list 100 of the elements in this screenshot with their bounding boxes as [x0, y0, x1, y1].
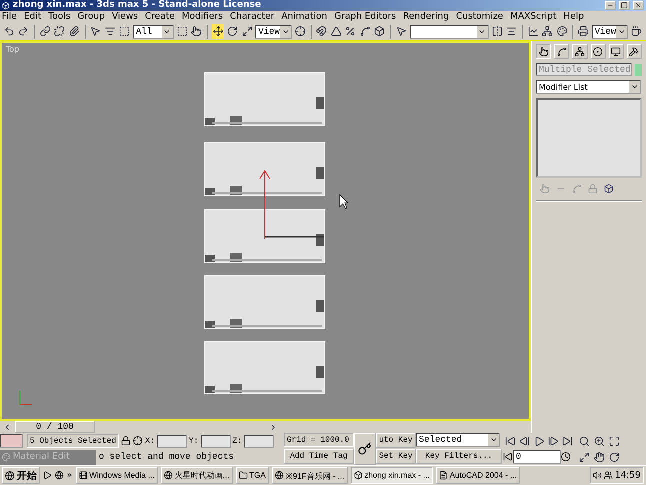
- curve-icon: [556, 46, 567, 56]
- pan-button[interactable]: [592, 450, 607, 464]
- region-select-icon: [119, 26, 130, 38]
- floor-plan-drawing[interactable]: [204, 72, 326, 126]
- spinner-snap-icon: [360, 26, 371, 38]
- key-icon: [358, 442, 372, 456]
- menu-item[interactable]: Animation: [282, 12, 328, 22]
- menu-item[interactable]: Help: [564, 12, 584, 22]
- start-button[interactable]: 开始: [2, 467, 40, 484]
- named-selection-dropdown[interactable]: [410, 24, 489, 39]
- menu-item[interactable]: Create: [145, 12, 176, 22]
- schematic-icon: [542, 26, 554, 38]
- zoom-extents-icon: [609, 436, 620, 446]
- circle-icon: [593, 46, 604, 56]
- cursor-icon: [340, 194, 349, 210]
- modifier-list-dropdown[interactable]: Modifier List: [536, 80, 641, 94]
- orbit-icon: [609, 452, 620, 462]
- set-key-button[interactable]: [354, 433, 376, 465]
- snap-button[interactable]: [315, 24, 328, 40]
- object-color-swatch[interactable]: [634, 64, 642, 76]
- select-by-name-icon: [104, 26, 116, 38]
- add-time-tag-button[interactable]: Add Time Tag: [284, 449, 354, 464]
- menu-item[interactable]: Graph Editors: [334, 12, 396, 22]
- modifier-stack-list[interactable]: [536, 98, 642, 178]
- window-icon: [78, 471, 88, 480]
- floor-plan-drawing[interactable]: [204, 210, 326, 264]
- frame-field[interactable]: 0: [513, 450, 561, 464]
- render-type-dropdown[interactable]: View: [592, 24, 628, 39]
- material-icon: [2, 452, 11, 462]
- y-field[interactable]: [200, 434, 231, 448]
- snap-icon: [316, 26, 328, 38]
- z-field[interactable]: [244, 434, 274, 448]
- x-field[interactable]: [157, 434, 188, 448]
- utilities-tab[interactable]: [626, 44, 642, 59]
- motion-tab[interactable]: [590, 44, 606, 59]
- taskbar-button[interactable]: zhong xin.max - ...: [350, 467, 433, 484]
- time-config-icon: [561, 452, 571, 462]
- auto-key-button[interactable]: uto Key: [376, 433, 416, 448]
- lock-icon: [588, 184, 598, 194]
- mirror-button[interactable]: [490, 24, 504, 40]
- caret-icon: [490, 436, 498, 444]
- menu-item[interactable]: Views: [112, 12, 138, 22]
- go-to-start-icon: [504, 436, 516, 446]
- align-icon: [506, 26, 518, 38]
- hierarchy-icon: [574, 46, 585, 56]
- move-button[interactable]: [212, 24, 224, 40]
- taskbar-button[interactable]: 火星时代动画...: [160, 467, 233, 484]
- taskbar-button[interactable]: AutoCAD 2004 - ...: [436, 467, 520, 484]
- selection-filter-dropdown[interactable]: All: [133, 24, 174, 39]
- rotate-icon: [227, 26, 238, 38]
- render-icon: [578, 26, 590, 38]
- unlink-icon: [54, 26, 66, 38]
- prompt-text: o select and move objects: [99, 452, 234, 462]
- minimize-icon: [607, 2, 614, 9]
- link-button[interactable]: [38, 24, 52, 40]
- modify-tab[interactable]: [554, 44, 570, 59]
- maximize-icon: [621, 2, 628, 9]
- move-gizmo-drawing[interactable]: [260, 170, 270, 240]
- set-key-text-button[interactable]: Set Key: [376, 449, 416, 464]
- menu-item[interactable]: Rendering: [403, 12, 450, 22]
- pivot-button[interactable]: [294, 24, 307, 40]
- close-button[interactable]: [633, 1, 644, 10]
- menu-item[interactable]: File: [2, 12, 18, 22]
- taskbar-button[interactable]: Windows Media ...: [76, 467, 158, 484]
- material-editor-button[interactable]: [556, 24, 568, 40]
- clock: 14:59: [615, 470, 641, 480]
- menu-item[interactable]: Group: [78, 12, 106, 22]
- menu-item[interactable]: Modifiers: [182, 12, 224, 22]
- menu-item[interactable]: Customize: [456, 12, 504, 22]
- bind-button[interactable]: [68, 24, 81, 40]
- schematic-button[interactable]: [541, 24, 554, 40]
- window-crossing-icon: [176, 26, 188, 38]
- pivot-icon: [294, 26, 306, 38]
- color-swatch[interactable]: [0, 434, 23, 448]
- taskbar-button[interactable]: ※91F音乐网 - ...: [272, 467, 348, 484]
- floor-plan-drawing[interactable]: [204, 342, 326, 394]
- key-mode-dropdown[interactable]: Selected: [416, 433, 500, 447]
- menu-item[interactable]: Tools: [48, 12, 71, 22]
- time-slider[interactable]: 0 / 100: [15, 421, 266, 433]
- next-key-icon: [548, 436, 559, 446]
- hierarchy-tab[interactable]: [572, 44, 588, 59]
- floor-plan-drawing[interactable]: [204, 142, 326, 196]
- y-label: Y:: [189, 436, 199, 446]
- maximize-button[interactable]: [619, 1, 630, 10]
- minimize-button[interactable]: [605, 1, 616, 10]
- key-filters-button[interactable]: Key Filters...: [416, 449, 502, 464]
- floor-plan-drawing[interactable]: [204, 276, 326, 330]
- taskbar-button[interactable]: TGA: [236, 467, 269, 484]
- bind-icon: [68, 26, 80, 38]
- more-indicator[interactable]: »: [67, 470, 73, 480]
- coordinate-system-dropdown[interactable]: View: [255, 24, 292, 39]
- render-button[interactable]: [577, 24, 590, 40]
- window-icon: [438, 471, 448, 480]
- menu-item[interactable]: Character: [230, 12, 275, 22]
- display-tab[interactable]: [608, 44, 624, 59]
- menu-item[interactable]: Edit: [24, 12, 42, 22]
- time-slider-thumb[interactable]: 0 / 100: [15, 421, 95, 433]
- create-tab[interactable]: [536, 44, 552, 59]
- unlink-button[interactable]: [53, 24, 66, 40]
- menu-item[interactable]: MAXScript: [510, 12, 557, 22]
